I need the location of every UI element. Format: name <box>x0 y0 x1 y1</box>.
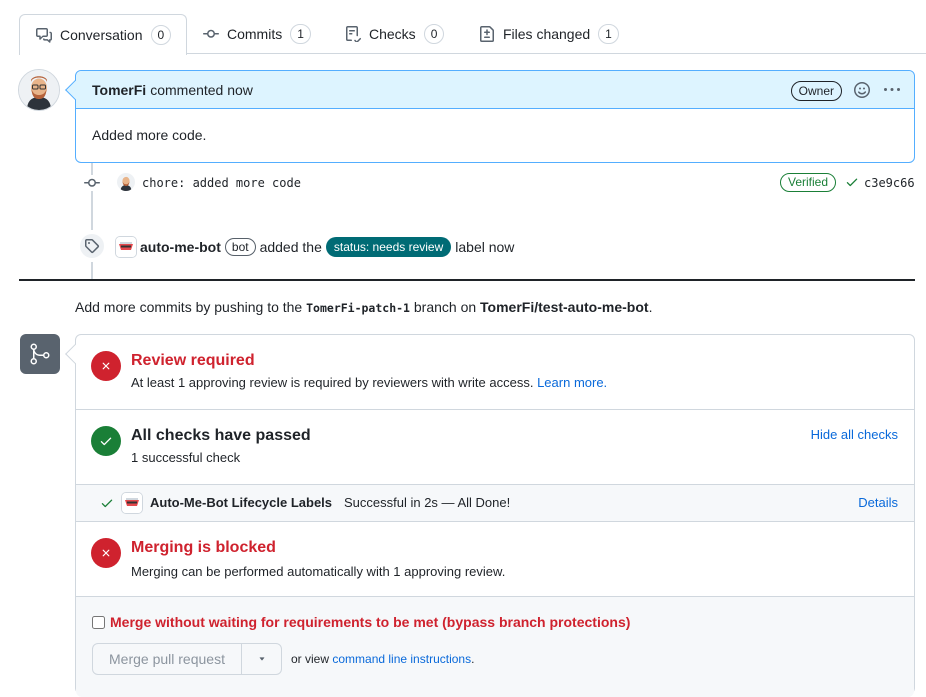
merge-pull-request-button[interactable]: Merge pull request <box>92 643 242 675</box>
push-hint-middle: branch on <box>413 299 477 315</box>
tab-counter: 1 <box>290 24 311 44</box>
repo-name[interactable]: TomerFi/test-auto-me-bot <box>480 299 649 315</box>
check-icon <box>845 175 859 189</box>
hide-all-checks-link[interactable]: Hide all checks <box>811 427 898 442</box>
avatar[interactable] <box>18 69 60 111</box>
checklist-icon <box>345 26 361 42</box>
bot-badge: bot <box>224 238 256 256</box>
owner-badge: Owner <box>790 81 842 101</box>
check-details-link[interactable]: Details <box>858 495 898 510</box>
command-line-instructions-link[interactable]: command line instructions <box>332 652 471 666</box>
tag-icon <box>78 232 106 260</box>
bot-avatar[interactable] <box>115 236 137 258</box>
checks-title: All checks have passed <box>131 427 311 444</box>
timeline-line <box>91 163 93 230</box>
checks-section: All checks have passed 1 successful chec… <box>76 410 914 485</box>
git-commit-icon <box>84 175 100 191</box>
tab-label: Commits <box>227 26 283 42</box>
merge-method-dropdown[interactable] <box>241 643 282 675</box>
commit-sha[interactable]: c3e9c66 <box>864 176 915 190</box>
comment-author[interactable]: TomerFi <box>92 82 146 98</box>
review-required-text: At least 1 approving review is required … <box>131 375 534 390</box>
commit-author-avatar[interactable] <box>117 173 135 191</box>
review-required-title: Review required <box>131 352 255 369</box>
event-suffix[interactable]: label now <box>455 239 514 255</box>
pr-description-comment: TomerFi commented now Owner Added more c… <box>65 70 915 163</box>
bot-app-avatar <box>121 492 143 514</box>
git-commit-icon <box>203 26 219 42</box>
push-hint-prefix: Add more commits by pushing to the <box>75 299 303 315</box>
check-icon <box>100 496 114 510</box>
merge-box: Review required At least 1 approving rev… <box>65 334 915 697</box>
tab-checks[interactable]: Checks 0 <box>329 14 460 54</box>
tab-label: Files changed <box>503 26 591 42</box>
event-action: added the <box>259 239 322 255</box>
triangle-down-icon <box>257 654 267 664</box>
tab-commits[interactable]: Commits 1 <box>187 14 327 54</box>
check-run-row: Auto-Me-Bot Lifecycle Labels Successful … <box>76 485 914 522</box>
checks-subtitle: 1 successful check <box>131 450 241 465</box>
learn-more-link[interactable]: Learn more. <box>537 375 607 390</box>
commit-message[interactable]: chore: added more code <box>142 176 301 190</box>
tab-conversation[interactable]: Conversation 0 <box>19 14 187 55</box>
x-circle-icon <box>91 351 121 381</box>
git-merge-icon <box>20 334 60 374</box>
smiley-icon[interactable] <box>854 82 870 98</box>
kebab-menu-icon[interactable] <box>884 82 900 98</box>
tab-counter: 1 <box>598 24 619 44</box>
tab-counter: 0 <box>150 25 171 45</box>
merging-blocked-title: Merging is blocked <box>131 539 276 556</box>
timeline-divider <box>19 279 915 281</box>
merging-blocked-section: Merging is blocked Merging can be perfor… <box>76 522 914 597</box>
check-run-status: Successful in 2s — All Done! <box>344 495 511 510</box>
cli-hint-prefix: or view <box>291 652 330 666</box>
tab-files-changed[interactable]: Files changed 1 <box>463 14 635 54</box>
merging-blocked-subtitle: Merging can be performed automatically w… <box>131 564 506 579</box>
review-required-subtitle: At least 1 approving review is required … <box>131 375 607 390</box>
verified-badge[interactable]: Verified <box>780 173 837 192</box>
bypass-checkbox[interactable] <box>92 615 105 629</box>
timeline-line <box>91 262 93 279</box>
x-circle-icon <box>91 538 121 568</box>
check-circle-icon <box>91 426 121 456</box>
review-required-section: Review required At least 1 approving rev… <box>76 335 914 410</box>
check-run-name: Auto-Me-Bot Lifecycle Labels <box>150 495 333 510</box>
tab-counter: 0 <box>423 24 445 44</box>
bypass-label[interactable]: Merge without waiting for requirements t… <box>110 614 630 630</box>
comment-header: TomerFi commented now Owner <box>76 71 914 109</box>
comment-meta[interactable]: commented now <box>150 82 253 98</box>
label-event: auto-me-bot bot added the status: needs … <box>115 236 514 258</box>
comment-discussion-icon <box>36 27 52 43</box>
cli-hint: or view command line instructions. <box>291 652 474 666</box>
branch-name[interactable]: TomerFi-patch-1 <box>306 301 410 315</box>
file-diff-icon <box>479 26 495 42</box>
push-hint: Add more commits by pushing to the Tomer… <box>75 299 653 315</box>
bot-actor-name[interactable]: auto-me-bot <box>140 239 221 255</box>
label-status-needs-review[interactable]: status: needs review <box>325 237 452 257</box>
tab-label: Conversation <box>60 27 143 43</box>
pr-tabs: Conversation 0 Commits 1 Checks 0 Files … <box>19 14 926 55</box>
bypass-option[interactable]: Merge without waiting for requirements t… <box>92 614 630 630</box>
comment-body: Added more code. <box>92 127 207 143</box>
tab-label: Checks <box>369 26 416 42</box>
cli-hint-period: . <box>471 652 475 666</box>
